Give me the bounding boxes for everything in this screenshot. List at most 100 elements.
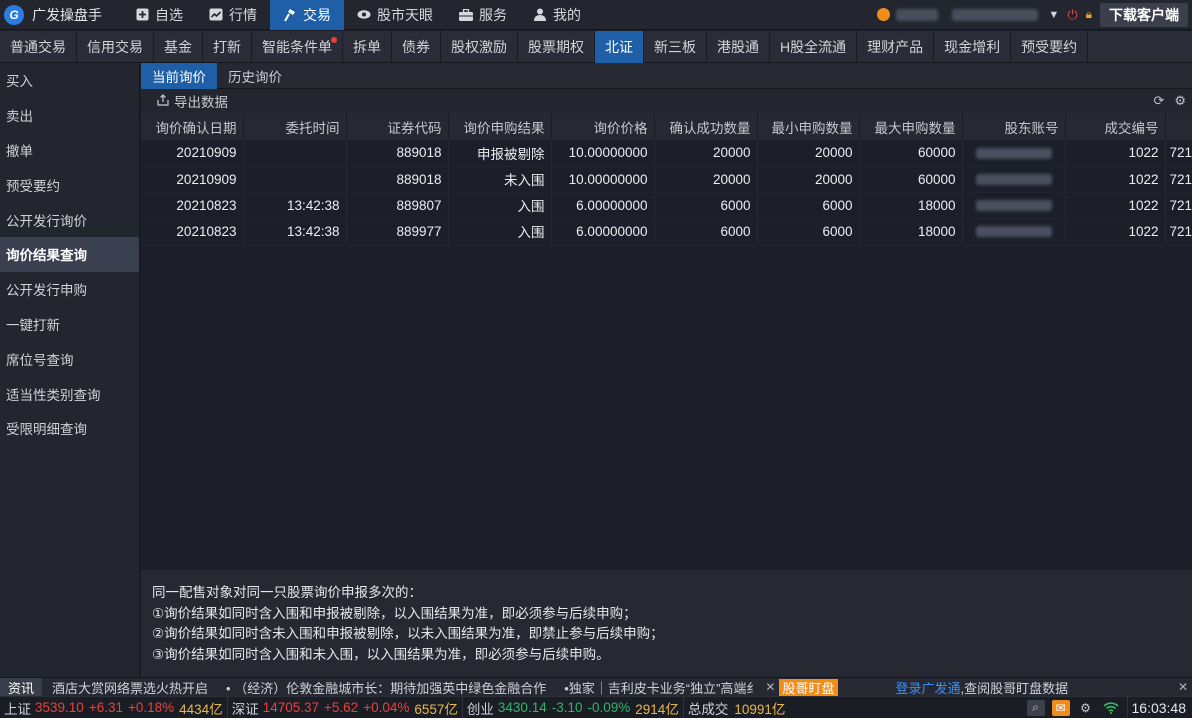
lock-icon[interactable]: 🔒︎ — [1086, 7, 1092, 22]
eye-icon — [357, 8, 371, 22]
table-row[interactable]: 20210909 889018 申报被剔除 10.00000000 20000 … — [141, 140, 1192, 167]
sidebar-item-seat-query[interactable]: 席位号查询 — [0, 341, 139, 376]
col-confirmed-qty[interactable]: 确认成功数量 — [654, 113, 758, 140]
hammer-icon — [283, 8, 297, 22]
col-overflow[interactable] — [1165, 113, 1192, 140]
index-volume: 2914亿 — [635, 701, 679, 717]
export-label: 导出数据 — [174, 95, 228, 110]
refresh-icon[interactable]: ⟳ — [1153, 93, 1164, 109]
gear-icon[interactable]: ⚙ — [1077, 700, 1095, 716]
index-chinext[interactable]: 创业 3430.14 -3.10 -0.09% 2914亿 — [463, 696, 684, 718]
tab-current-inquiry[interactable]: 当前询价 — [141, 63, 217, 89]
tab-hk-connect[interactable]: 港股通 — [707, 31, 770, 63]
tab-margin-trade[interactable]: 信用交易 — [77, 31, 154, 63]
cell-result: 入围 — [448, 218, 552, 245]
download-client-button[interactable]: 下载客户端 — [1100, 2, 1188, 27]
tab-normal-trade[interactable]: 普通交易 — [0, 31, 77, 63]
sidebar-item-buy[interactable]: 买入 — [0, 63, 139, 98]
tab-smart-order[interactable]: 智能条件单 — [252, 31, 343, 63]
mail-icon[interactable]: ✉ — [1051, 699, 1070, 716]
avatar[interactable] — [877, 8, 891, 21]
sidebar-item-public-inquiry[interactable]: 公开发行询价 — [0, 202, 139, 237]
system-tray: ⌕ ✉ ⚙ 16:03:48 — [1026, 696, 1192, 718]
close-icon[interactable]: ✕ — [765, 680, 775, 694]
index-value: 3539.10 — [35, 700, 84, 715]
tab-wealth-products[interactable]: 理财产品 — [857, 31, 935, 63]
col-order-time[interactable]: 委托时间 — [243, 113, 347, 140]
nav-item-service[interactable]: 服务 — [446, 0, 520, 30]
cell-time — [243, 140, 347, 167]
col-max-qty[interactable]: 最大申购数量 — [859, 113, 963, 140]
login-link[interactable]: 登录广发通 — [896, 678, 961, 696]
nav-label: 自选 — [155, 6, 183, 23]
sidebar-item-tender-offer[interactable]: 预受要约 — [0, 167, 139, 202]
power-icon[interactable]: ⏻ — [1067, 7, 1077, 23]
tab-ipo[interactable]: 打新 — [203, 31, 252, 63]
news-item[interactable]: •独家｜吉利皮卡业务“独立”高端纟 — [564, 678, 759, 696]
cell-price: 10.00000000 — [551, 140, 655, 167]
nav-item-sky-eye[interactable]: 股市天眼 — [344, 0, 446, 30]
tab-stock-options[interactable]: 股票期权 — [518, 31, 595, 63]
tab-bond[interactable]: 债券 — [392, 31, 441, 63]
col-price[interactable]: 询价价格 — [551, 113, 655, 140]
index-pct: +0.04% — [363, 700, 410, 715]
cell-result: 未入围 — [448, 166, 552, 193]
nav-item-mine[interactable]: 我的 — [520, 0, 594, 30]
sidebar-item-restricted-query[interactable]: 受限明细查询 — [0, 411, 139, 446]
col-result[interactable]: 询价申购结果 — [448, 113, 552, 140]
index-change: +6.31 — [88, 700, 123, 715]
news-item[interactable]: • （经济）伦敦金融城市长：期待加强英中绿色金融合作 — [226, 678, 546, 696]
news-item[interactable]: 酒店大赏网络票选火热开启 — [52, 678, 208, 696]
tab-h-share[interactable]: H股全流通 — [770, 31, 858, 63]
export-data-button[interactable]: 导出数据 — [157, 91, 228, 111]
cell-overflow: 721 — [1165, 218, 1192, 245]
tab-history-inquiry[interactable]: 历史询价 — [217, 63, 293, 89]
status-bar: 上证 3539.10 +6.31 +0.18% 4434亿 深证 14705.3… — [0, 696, 1192, 718]
tab-fund[interactable]: 基金 — [154, 31, 203, 63]
nav-label: 交易 — [303, 6, 331, 23]
news-ticker: 资讯 酒店大赏网络票选火热开启 • （经济）伦敦金融城市长：期待加强英中绿色金融… — [0, 677, 1192, 696]
redacted-value — [975, 226, 1052, 238]
tab-neeq[interactable]: 新三板 — [644, 31, 707, 63]
sidebar-item-cancel[interactable]: 撤单 — [0, 133, 139, 168]
table-row[interactable]: 20210823 13:42:38 889807 入围 6.00000000 6… — [141, 192, 1192, 219]
cell-code: 889018 — [346, 166, 449, 193]
gear-icon[interactable]: ⚙ — [1174, 93, 1186, 109]
tab-beijing-exchange[interactable]: 北证 — [595, 31, 644, 63]
tab-tender-offer[interactable]: 预受要约 — [1011, 31, 1089, 63]
col-shareholder-account[interactable]: 股东账号 — [962, 113, 1066, 140]
cell-price: 10.00000000 — [551, 166, 655, 193]
index-name: 上证 — [4, 701, 31, 717]
close-icon[interactable]: ✕ — [1178, 680, 1192, 694]
col-confirm-date[interactable]: 询价确认日期 — [141, 113, 244, 140]
tab-split-order[interactable]: 拆单 — [343, 31, 392, 63]
sidebar-item-inquiry-result[interactable]: 询价结果查询 — [0, 236, 139, 272]
sidebar-item-suitability-query[interactable]: 适当性类别查询 — [0, 376, 139, 411]
sidebar-item-one-click-ipo[interactable]: 一键打新 — [0, 307, 139, 342]
nav-item-watchlist[interactable]: 自选 — [122, 0, 196, 30]
stock-watch-badge[interactable]: 股哥盯盘 — [779, 678, 838, 696]
search-icon[interactable]: ⌕ — [1026, 699, 1045, 716]
cell-confirmed-qty: 20000 — [654, 166, 758, 193]
table-row[interactable]: 20210823 13:42:38 889977 入围 6.00000000 6… — [141, 218, 1192, 245]
app-name: 广发操盘手 — [32, 6, 102, 23]
tab-equity-incentive[interactable]: 股权激励 — [441, 31, 518, 63]
index-shanghai[interactable]: 上证 3539.10 +6.31 +0.18% 4434亿 — [0, 696, 228, 718]
user-area: ▼ ⏻ 🔒︎ 下载客户端 — [877, 0, 1192, 30]
nav-item-trade[interactable]: 交易 — [270, 0, 344, 30]
col-security-code[interactable]: 证券代码 — [346, 113, 449, 140]
cell-min-qty: 6000 — [757, 192, 860, 219]
news-label[interactable]: 资讯 — [0, 678, 43, 696]
table-row[interactable]: 20210909 889018 未入围 10.00000000 20000 20… — [141, 166, 1192, 193]
app-logo-icon: G — [4, 4, 24, 25]
sidebar-item-sell[interactable]: 卖出 — [0, 98, 139, 133]
turnover-value: 10991亿 — [734, 701, 786, 717]
col-deal-number[interactable]: 成交编号 — [1065, 113, 1166, 140]
index-shenzhen[interactable]: 深证 14705.37 +5.62 +0.04% 6557亿 — [228, 696, 463, 718]
sidebar-item-public-subscription[interactable]: 公开发行申购 — [0, 272, 139, 307]
col-min-qty[interactable]: 最小申购数量 — [757, 113, 860, 140]
chevron-down-icon[interactable]: ▼ — [1048, 9, 1059, 21]
nav-item-market[interactable]: 行情 — [196, 0, 270, 30]
tab-cash-plus[interactable]: 现金增利 — [934, 31, 1012, 63]
cell-min-qty: 20000 — [757, 166, 860, 193]
